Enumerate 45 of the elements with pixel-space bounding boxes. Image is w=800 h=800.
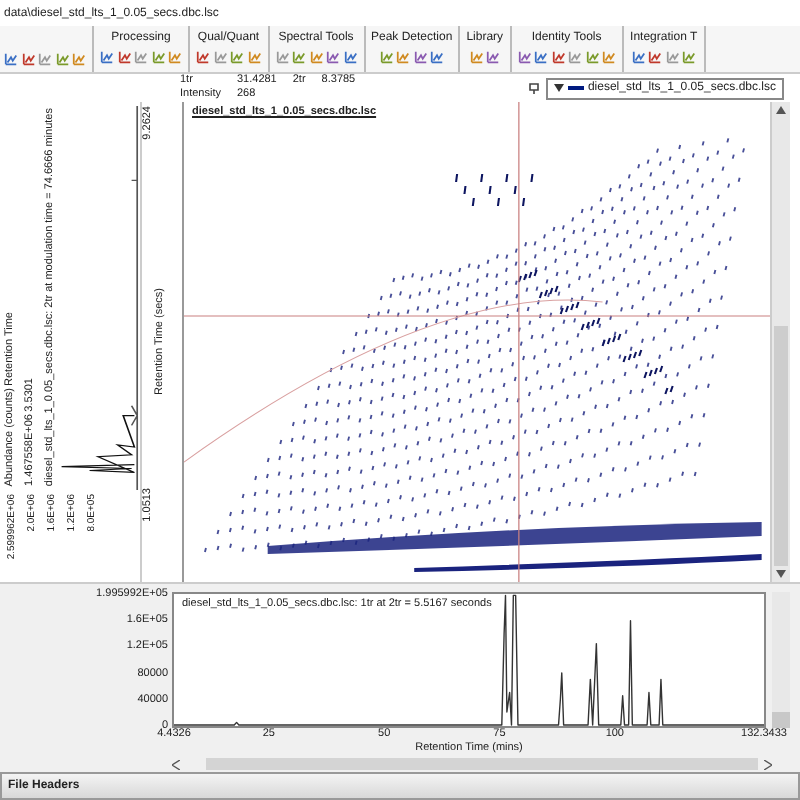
chart-tool-icon[interactable] — [55, 52, 69, 66]
chart-tool-icon[interactable] — [230, 50, 244, 64]
chart-tool-icon[interactable] — [196, 50, 210, 64]
chart-tool-icon[interactable] — [117, 50, 131, 64]
chart-tool-icon[interactable] — [72, 52, 86, 66]
chart-tool-icon[interactable] — [648, 50, 663, 64]
chart-tool-icon[interactable] — [379, 50, 394, 64]
chart-tool-icon[interactable] — [247, 50, 261, 64]
chart-tool-icon[interactable] — [309, 50, 323, 64]
scroll-down-icon[interactable] — [776, 570, 786, 578]
pin-icon[interactable] — [527, 82, 540, 94]
chart-tool-icon[interactable] — [486, 50, 501, 64]
chart-tool-icon[interactable] — [326, 50, 340, 64]
chart-tool-icon[interactable] — [665, 50, 680, 64]
scroll-left-icon[interactable] — [172, 759, 180, 769]
chart-tool-icon[interactable] — [134, 50, 148, 64]
scrollbar[interactable] — [770, 102, 790, 582]
chart-tool-icon[interactable] — [343, 50, 357, 64]
chart-tool-icon[interactable] — [151, 50, 165, 64]
chart-tool-icon[interactable] — [602, 50, 617, 64]
chart-tool-icon[interactable] — [469, 50, 484, 64]
chart-tool-icon[interactable] — [568, 50, 583, 64]
chart-tool-icon[interactable] — [585, 50, 600, 64]
chart-tool-icon[interactable] — [396, 50, 411, 64]
chart-tool-icon[interactable] — [517, 50, 532, 64]
chart-tool-icon[interactable] — [534, 50, 549, 64]
chart-tool-icon[interactable] — [413, 50, 428, 64]
chart-tool-icon[interactable] — [551, 50, 566, 64]
scrollbar[interactable] — [772, 592, 790, 728]
caret-icon — [553, 84, 564, 92]
scroll-right-icon[interactable] — [764, 759, 772, 769]
chart-tool-icon[interactable] — [100, 50, 114, 64]
chart-tool-icon[interactable] — [213, 50, 227, 64]
line-swatch-icon — [567, 86, 584, 90]
chart-tool-icon[interactable] — [168, 50, 182, 64]
chart-tool-icon[interactable] — [38, 52, 52, 66]
scroll-up-icon[interactable] — [776, 106, 786, 114]
chart-tool-icon[interactable] — [631, 50, 646, 64]
chart-tool-icon[interactable] — [292, 50, 306, 64]
chart-tool-icon[interactable] — [682, 50, 697, 64]
chart-tool-icon[interactable] — [275, 50, 289, 64]
chart-tool-icon[interactable] — [430, 50, 445, 64]
scrollbar[interactable] — [172, 758, 772, 770]
chart-tool-icon[interactable] — [21, 52, 35, 66]
chart-tool-icon[interactable] — [4, 52, 18, 66]
